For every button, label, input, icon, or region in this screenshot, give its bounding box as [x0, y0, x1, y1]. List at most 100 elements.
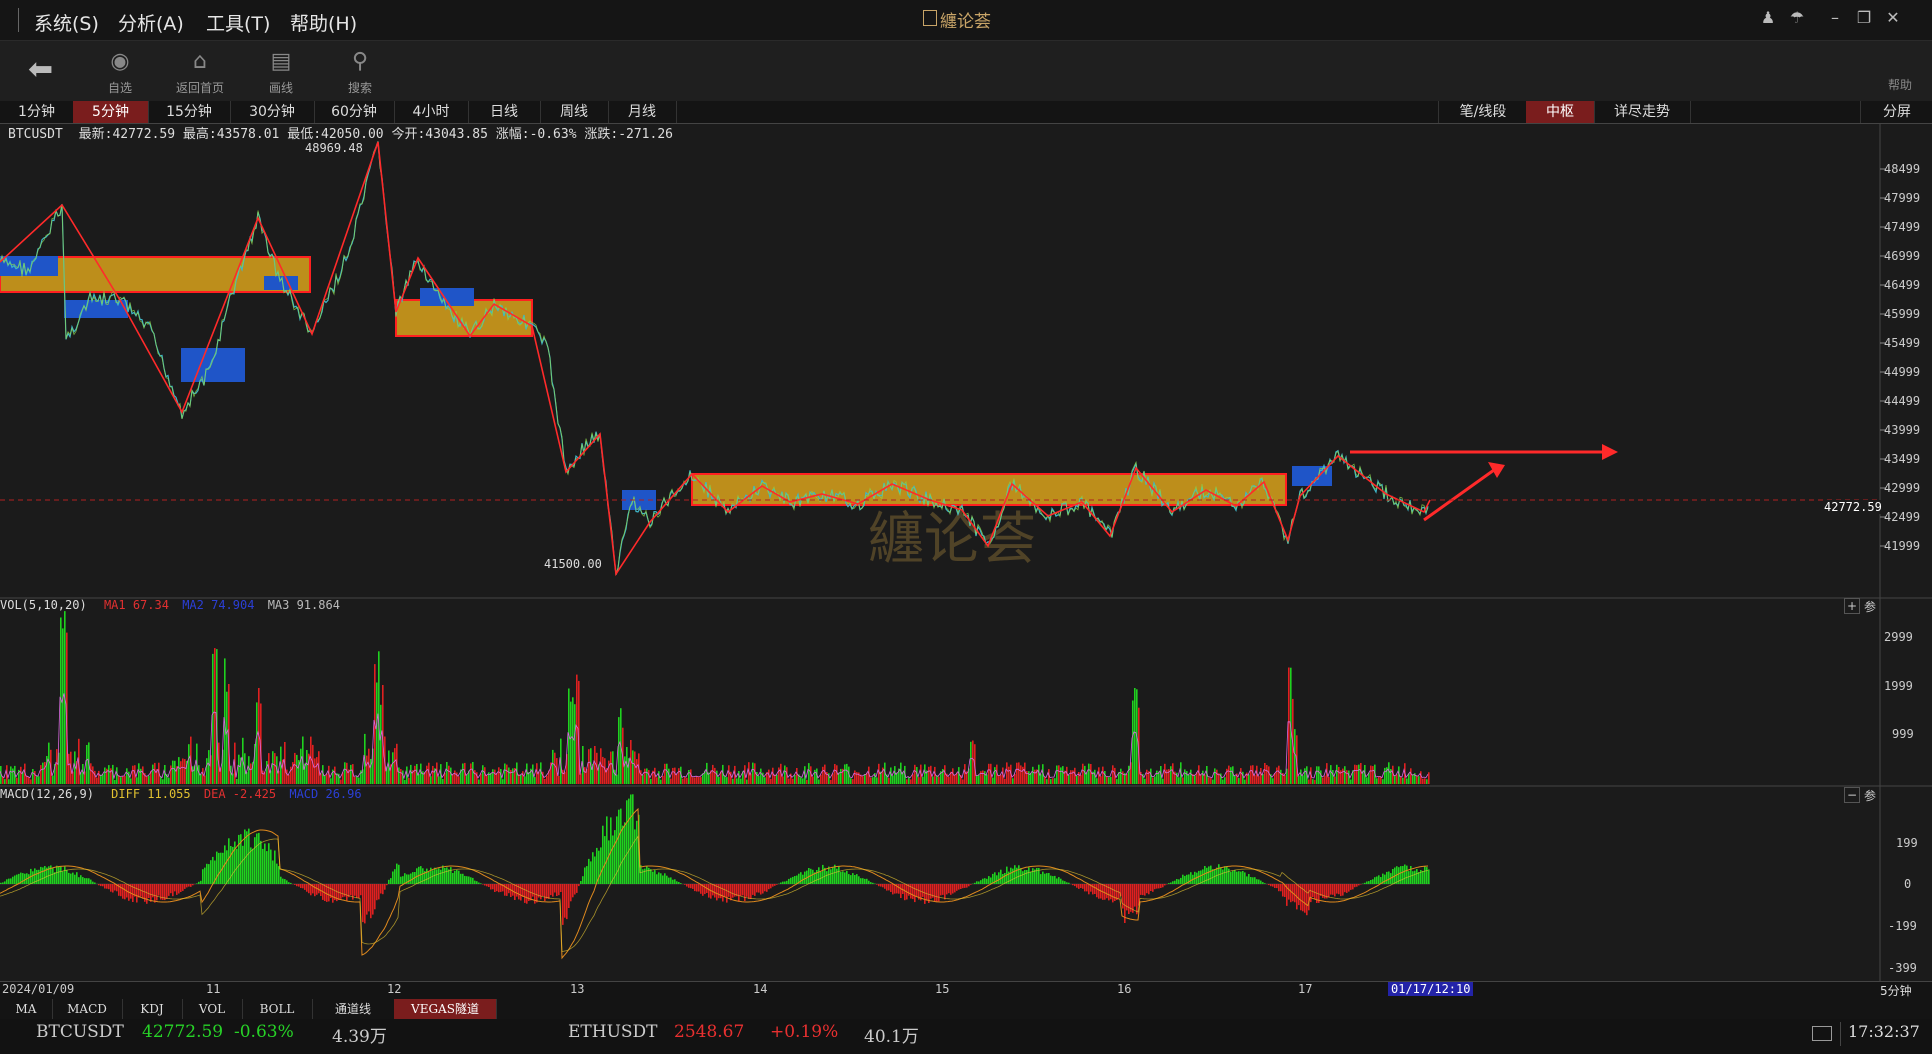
macd-bar	[496, 884, 498, 892]
macd-bar	[1232, 870, 1234, 884]
macd-bar	[1334, 884, 1336, 897]
volume-bar	[408, 778, 410, 784]
macd-bar	[1344, 884, 1346, 893]
status-symbol-1[interactable]: BTCUSDT	[36, 1022, 124, 1042]
volume-bar	[1120, 768, 1122, 784]
volume-bar	[696, 776, 698, 784]
macd-bar	[946, 884, 948, 895]
macd-bar	[1182, 874, 1184, 884]
indicator-tab-ma[interactable]: MA	[0, 999, 53, 1019]
volume-bar	[840, 768, 842, 784]
macd-bar	[394, 869, 396, 884]
cursor-time-label: 01/17/12:10	[1388, 982, 1474, 996]
status-symbol-2[interactable]: ETHUSDT	[568, 1022, 658, 1042]
volume-bar	[912, 774, 914, 784]
indicator-tab-kdj[interactable]: KDJ	[122, 999, 183, 1019]
macd-bar	[970, 884, 972, 885]
macd-bar	[668, 877, 670, 884]
macd-bar	[238, 834, 240, 884]
macd-bar	[506, 884, 508, 896]
macd-bar	[696, 884, 698, 892]
macd-bar	[1110, 884, 1112, 900]
macd-param-button[interactable]: 参	[1864, 787, 1876, 804]
volume-bar	[844, 764, 846, 784]
macd-bar	[156, 884, 158, 901]
macd-bar	[112, 884, 114, 893]
macd-bar	[484, 884, 486, 886]
status-time: 17:32:37	[1848, 1022, 1920, 1041]
macd-bar	[878, 884, 880, 887]
message-icon[interactable]	[1812, 1026, 1832, 1041]
volume-bar	[366, 755, 368, 784]
volume-bar	[524, 776, 526, 784]
indicator-tab-boll[interactable]: BOLL	[242, 999, 313, 1019]
macd-bar	[296, 884, 298, 887]
price-low-label: 41500.00	[544, 557, 602, 571]
chart-canvas[interactable]: 纏论荟	[0, 0, 1932, 1054]
volume-bar	[614, 769, 616, 784]
macd-bar	[1152, 884, 1154, 892]
macd-bar	[70, 873, 72, 884]
macd-bar	[210, 860, 212, 884]
price-high-label: 48969.48	[305, 141, 363, 155]
volume-bar	[726, 777, 728, 784]
macd-collapse-button[interactable]: −	[1844, 787, 1860, 803]
volume-bar	[714, 767, 716, 784]
volume-bar	[310, 736, 312, 784]
vol-axis-tick: 999	[1892, 727, 1914, 741]
macd-bar	[564, 884, 566, 918]
price-axis-tick: 47499	[1884, 220, 1921, 234]
indicator-tab-vol[interactable]: VOL	[182, 999, 243, 1019]
macd-bar	[1010, 867, 1012, 884]
vol-param-button[interactable]: 参	[1864, 598, 1876, 615]
indicator-tab-macd[interactable]: MACD	[52, 999, 123, 1019]
volume-bar	[1336, 764, 1338, 784]
volume-bar	[632, 750, 634, 784]
macd-bar	[1176, 879, 1178, 884]
volume-bar	[1320, 770, 1322, 784]
vol-add-button[interactable]: +	[1844, 598, 1860, 614]
macd-bar	[1098, 884, 1100, 899]
macd-bar	[1374, 877, 1376, 884]
volume-bar	[1358, 764, 1360, 784]
volume-bar	[438, 776, 440, 784]
status-divider	[1840, 1022, 1841, 1046]
indicator-tab-channel[interactable]: 通道线	[312, 999, 395, 1019]
volume-bar	[266, 761, 268, 784]
volume-bar	[812, 776, 814, 784]
volume-bar	[1076, 775, 1078, 784]
volume-bar	[214, 648, 216, 784]
macd-bar	[1312, 884, 1314, 897]
volume-bar	[98, 770, 100, 784]
macd-bar	[1260, 880, 1262, 884]
volume-bar	[1040, 774, 1042, 784]
volume-bar	[344, 762, 346, 784]
volume-bar	[546, 775, 548, 784]
volume-bar	[718, 777, 720, 784]
macd-bar	[1064, 881, 1066, 884]
macd-bar	[766, 884, 768, 892]
volume-bar	[1000, 774, 1002, 784]
macd-bar	[342, 884, 344, 898]
volume-bar	[360, 770, 362, 784]
macd-bar	[1330, 884, 1332, 895]
volume-bar	[1312, 779, 1314, 784]
volume-bar	[392, 752, 394, 784]
macd-panel-header: MACD(12,26,9) DIFF 11.055 DEA -2.425 MAC…	[0, 787, 362, 801]
macd-bar	[542, 884, 544, 896]
volume-bar	[350, 764, 352, 784]
volume-bar	[1212, 779, 1214, 784]
macd-bar	[466, 876, 468, 884]
indicator-tab-vegas[interactable]: VEGAS隧道	[394, 999, 497, 1019]
volume-bar	[1344, 766, 1346, 784]
volume-bar	[918, 777, 920, 784]
volume-bar	[948, 776, 950, 784]
volume-bar	[914, 764, 916, 784]
volume-bar	[650, 778, 652, 784]
volume-bar	[40, 765, 42, 784]
volume-bar	[988, 763, 990, 784]
macd-bar	[1144, 884, 1146, 896]
macd-bar	[1168, 883, 1170, 884]
volume-bar	[1066, 766, 1068, 784]
volume-bar	[204, 775, 206, 784]
